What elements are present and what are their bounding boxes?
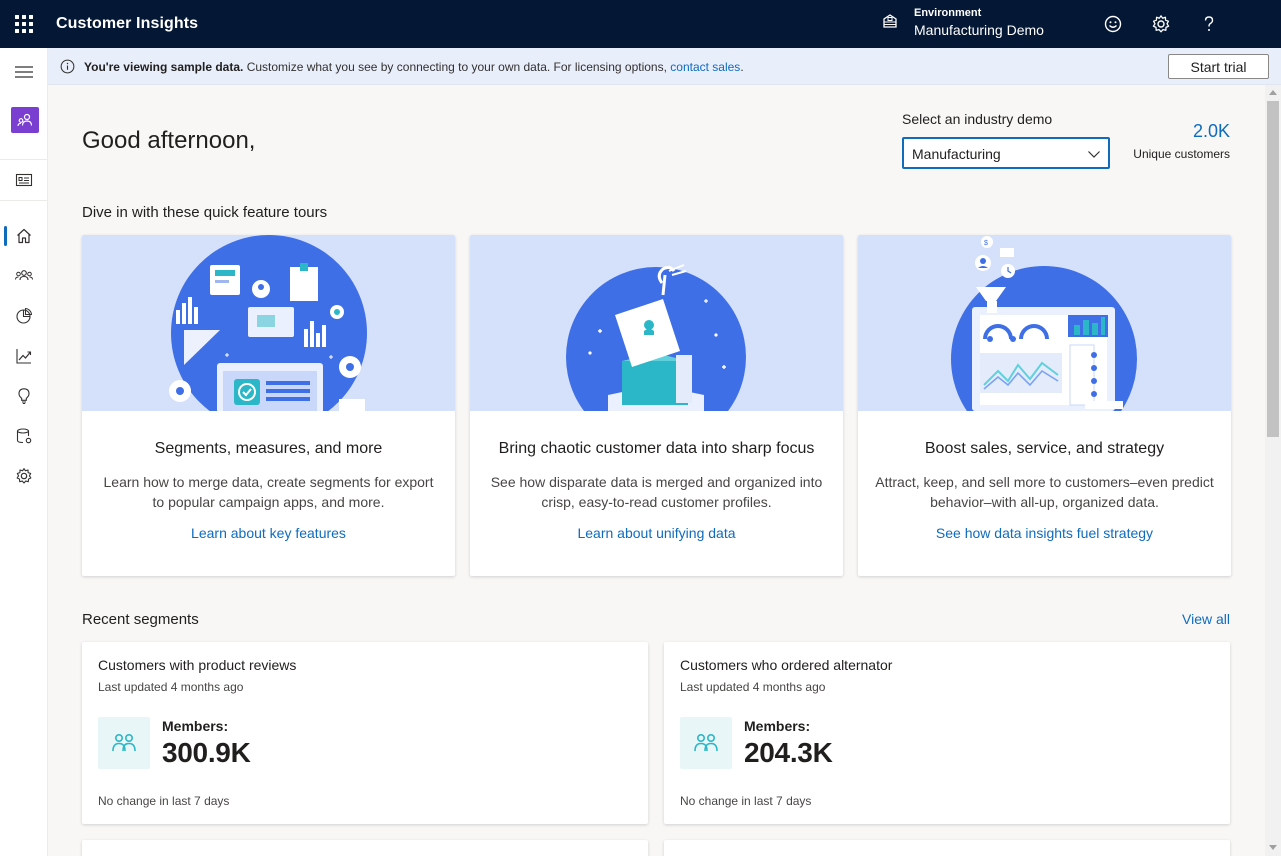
top-bar: Customer Insights Environment Manufactur… — [0, 0, 1281, 48]
tour-illustration-unify — [470, 235, 843, 411]
nav-data[interactable] — [0, 416, 48, 456]
audience-insights-icon[interactable] — [11, 107, 39, 133]
lightbulb-icon — [18, 388, 30, 405]
recent-segments-title: Recent segments — [82, 611, 199, 628]
segments-illustration-icon — [169, 235, 367, 411]
info-icon — [60, 59, 75, 74]
banner-body-text: Customize what you see by connecting to … — [243, 60, 671, 74]
tour-illustration-strategy: $ — [858, 235, 1231, 411]
tour-title: Bring chaotic customer data into sharp f… — [498, 440, 815, 457]
environment-icon — [883, 14, 897, 28]
unique-customers-value[interactable]: 2.0K — [1130, 121, 1230, 142]
members-count: 300.9K — [162, 737, 251, 768]
segment-people-icon — [680, 717, 732, 769]
segment-change-status: No change in last 7 days — [680, 794, 812, 808]
industry-select-label: Select an industry demo — [902, 111, 1053, 127]
help-icon[interactable] — [1198, 13, 1220, 35]
hamburger-menu-icon[interactable] — [0, 52, 48, 92]
segment-updated: Last updated 4 months ago — [98, 680, 244, 694]
scroll-up-arrow-icon[interactable] — [1269, 90, 1277, 95]
database-gear-icon — [16, 428, 32, 444]
tour-illustration-segments — [82, 235, 455, 411]
members-label: Members: — [162, 718, 229, 734]
scroll-thumb[interactable] — [1267, 101, 1279, 437]
start-trial-button[interactable]: Start trial — [1168, 54, 1269, 79]
banner-text: You're viewing sample data. Customize wh… — [84, 60, 744, 74]
segment-card-partial[interactable] — [664, 840, 1230, 856]
segment-name[interactable]: Customers with product reviews — [98, 657, 296, 673]
unique-customers-label: Unique customers — [1133, 147, 1230, 161]
segment-card[interactable]: Customers who ordered alternator Last up… — [664, 642, 1230, 824]
tour-title: Boost sales, service, and strategy — [924, 440, 1165, 457]
sample-data-banner: You're viewing sample data. Customize wh… — [48, 48, 1281, 85]
tour-description: See how disparate data is merged and org… — [490, 474, 823, 510]
tour-card-unify-data: Bring chaotic customer data into sharp f… — [470, 235, 843, 576]
environment-label[interactable]: Environment — [914, 7, 981, 19]
unify-illustration-icon — [566, 264, 746, 411]
home-icon — [17, 228, 31, 244]
segment-card-partial[interactable] — [82, 840, 648, 856]
view-all-link[interactable]: View all — [1170, 611, 1230, 627]
nav-measures[interactable] — [0, 336, 48, 376]
banner-trailing: . — [740, 60, 744, 74]
industry-select-value: Manufacturing — [912, 146, 1001, 162]
learn-unifying-data-link[interactable]: Learn about unifying data — [470, 525, 843, 541]
tour-card-strategy: $ Boost sales, service, and strategy Att… — [858, 235, 1231, 576]
scroll-down-arrow-icon[interactable] — [1269, 845, 1277, 850]
tour-card-key-features: Segments, measures, and more Learn how t… — [82, 235, 455, 576]
industry-select-dropdown[interactable]: Manufacturing — [902, 137, 1110, 169]
segment-people-icon — [98, 717, 150, 769]
people-icon — [15, 270, 33, 281]
tour-description: Attract, keep, and sell more to customer… — [875, 474, 1214, 510]
nav-settings[interactable] — [0, 456, 48, 496]
app-title[interactable]: Customer Insights — [56, 15, 198, 33]
learn-key-features-link[interactable]: Learn about key features — [82, 525, 455, 541]
data-insights-strategy-link[interactable]: See how data insights fuel strategy — [858, 525, 1231, 541]
segment-updated: Last updated 4 months ago — [680, 680, 826, 694]
tour-title: Segments, measures, and more — [154, 440, 383, 457]
greeting: Good afternoon, — [82, 127, 256, 154]
banner-bold-text: You're viewing sample data. — [84, 60, 244, 74]
gear-icon — [16, 468, 32, 484]
segment-card[interactable]: Customers with product reviews Last upda… — [82, 642, 648, 824]
segment-change-status: No change in last 7 days — [98, 794, 230, 808]
nav-insights[interactable] — [0, 376, 48, 416]
app-launcher-icon[interactable] — [14, 14, 34, 34]
profile-card-icon[interactable] — [0, 160, 48, 200]
feedback-icon[interactable] — [1102, 13, 1124, 35]
page-scrollbar[interactable] — [1265, 85, 1281, 856]
left-nav-rail — [0, 48, 48, 856]
tours-section-title: Dive in with these quick feature tours — [82, 204, 328, 221]
members-label: Members: — [744, 718, 811, 734]
chevron-down-icon — [1088, 151, 1100, 158]
nav-home[interactable] — [0, 216, 48, 256]
contact-sales-link[interactable]: contact sales — [670, 60, 740, 74]
members-count: 204.3K — [744, 737, 833, 768]
svg-text:$: $ — [984, 240, 988, 247]
strategy-illustration-icon: $ — [951, 236, 1137, 411]
settings-gear-icon[interactable] — [1150, 13, 1172, 35]
segment-name[interactable]: Customers who ordered alternator — [680, 657, 892, 673]
tour-description: Learn how to merge data, create segments… — [103, 474, 434, 510]
nav-customers[interactable] — [0, 256, 48, 296]
nav-segments[interactable] — [0, 296, 48, 336]
environment-value[interactable]: Manufacturing Demo — [914, 22, 1044, 38]
pie-chart-icon — [16, 307, 33, 324]
trend-icon — [16, 349, 32, 364]
